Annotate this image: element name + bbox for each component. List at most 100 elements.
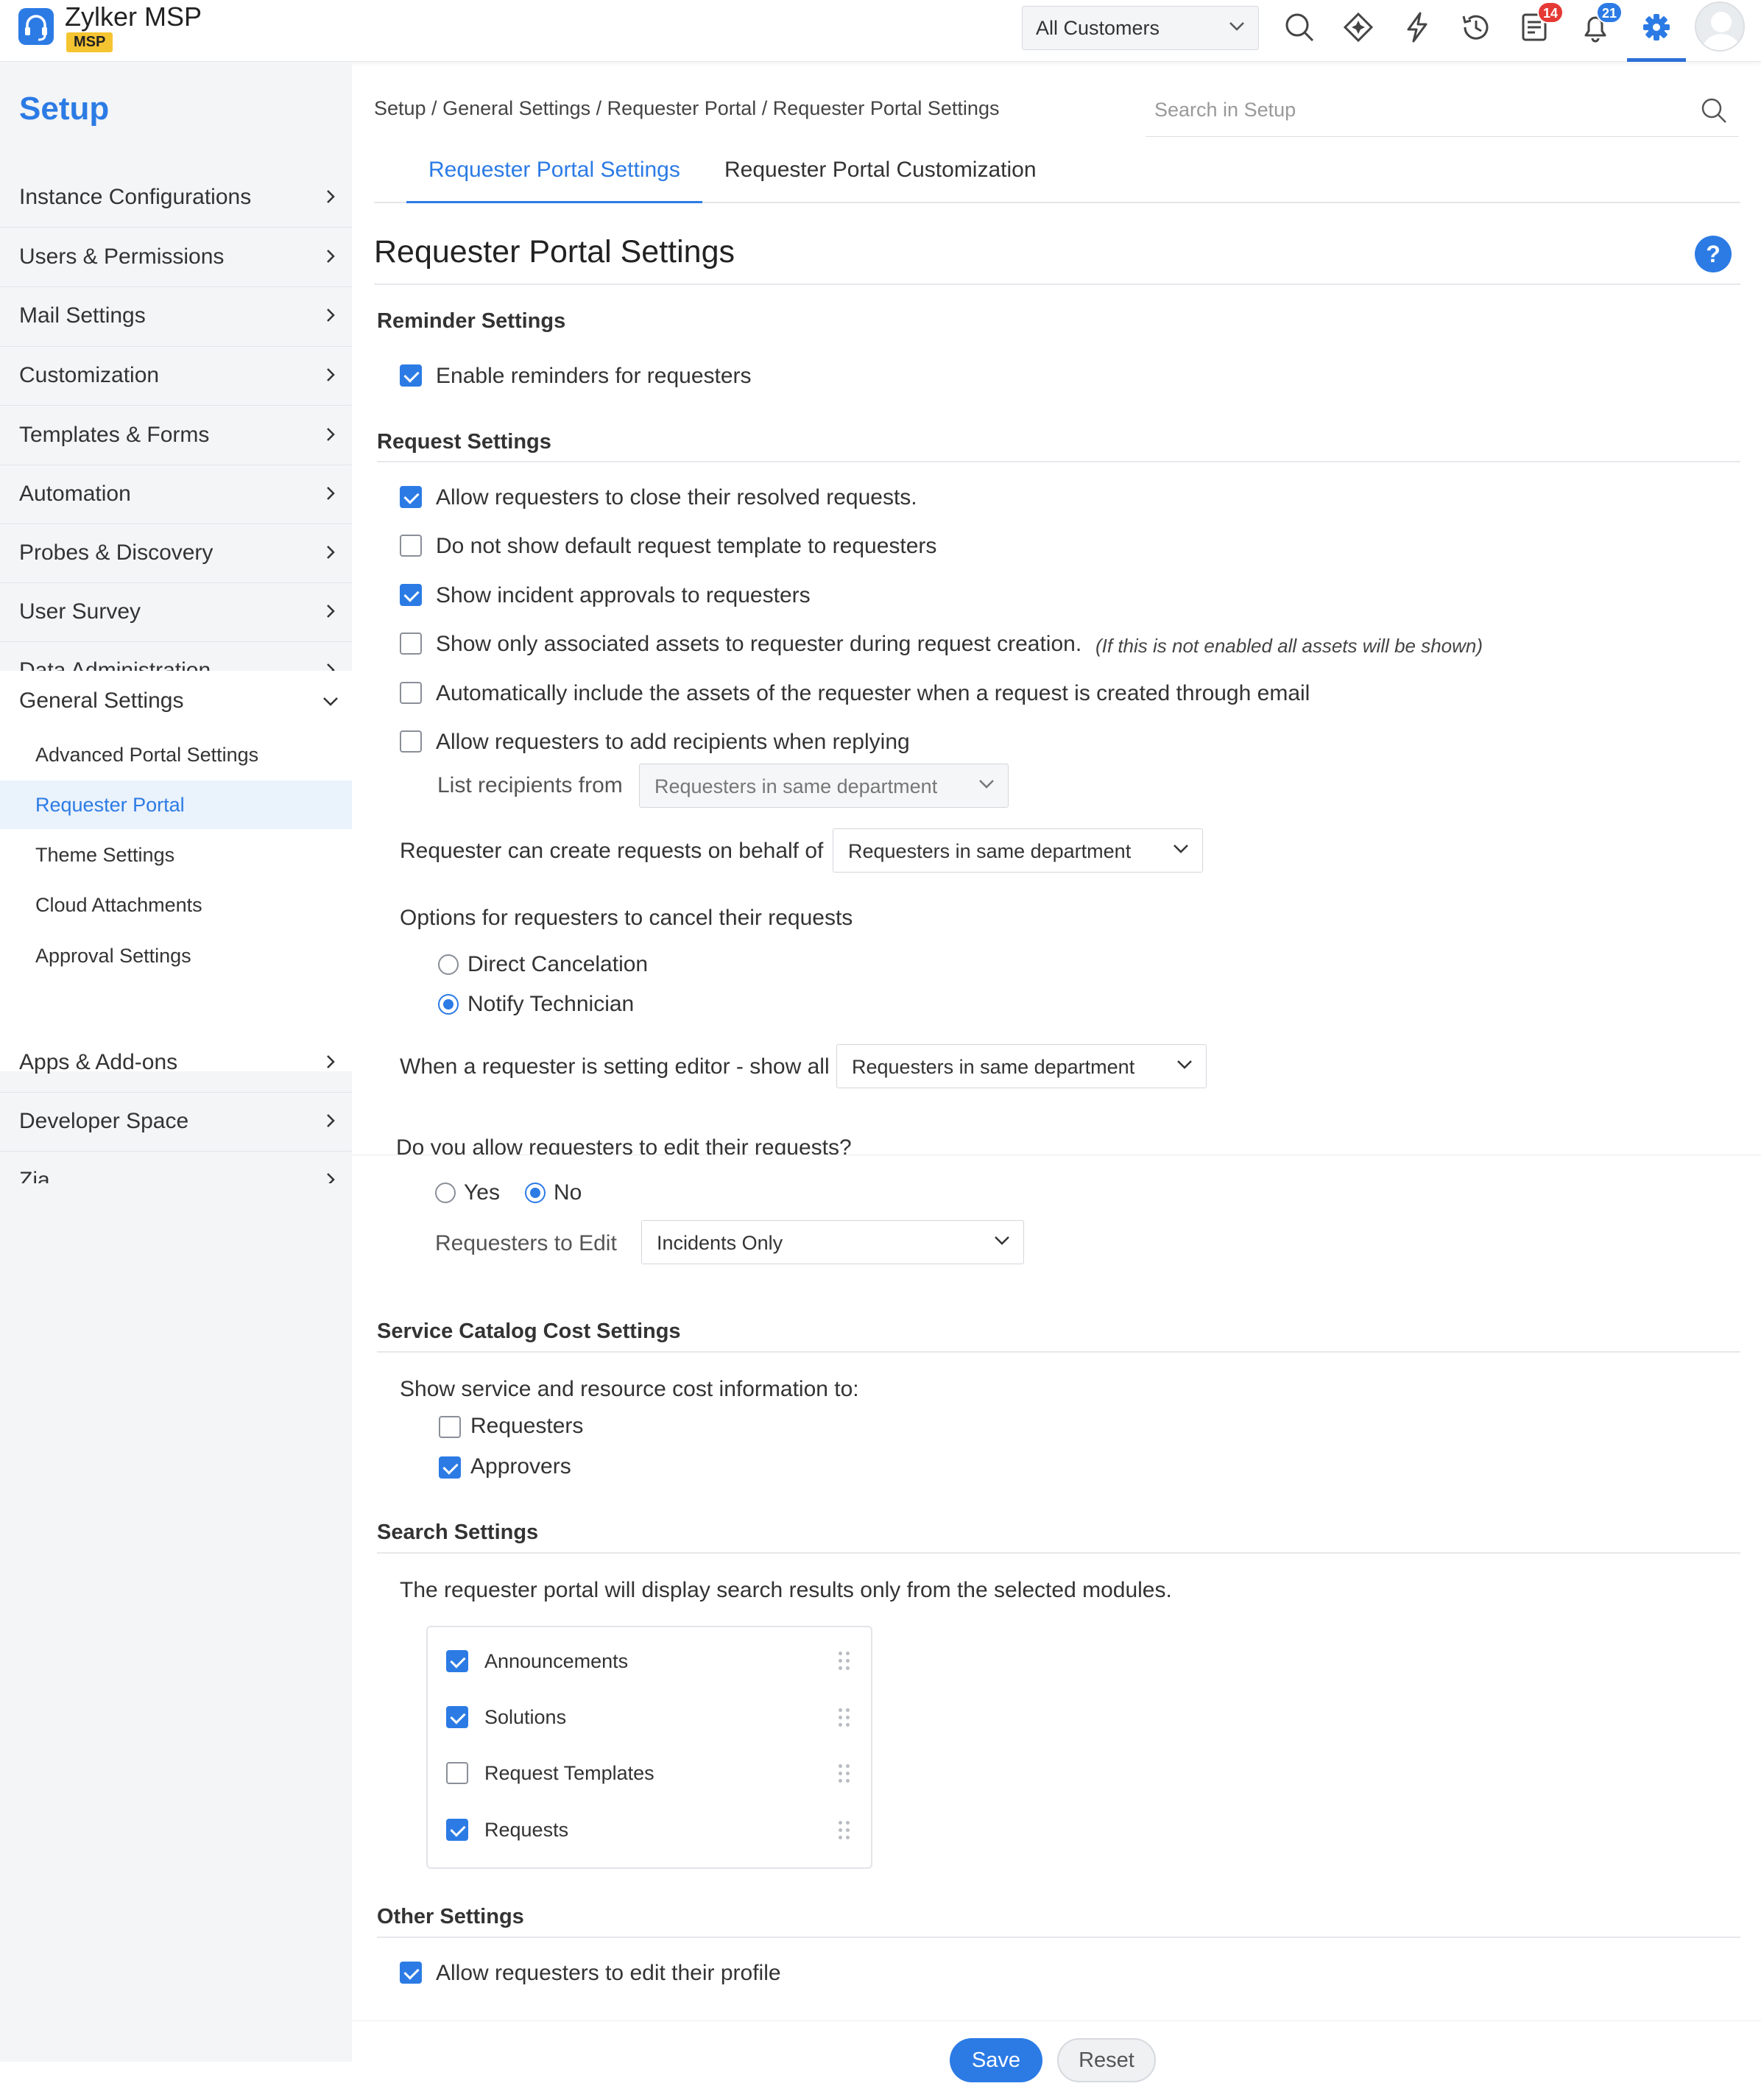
request-settings-heading: Request Settings: [377, 430, 551, 454]
chevron-down-icon: [1177, 1060, 1192, 1069]
notifications-badge: 21: [1596, 1, 1623, 24]
sidebar-item-developer-space[interactable]: Developer Space: [0, 1092, 352, 1151]
sidebar-item-automation[interactable]: Automation: [0, 465, 352, 524]
save-button[interactable]: Save: [950, 2038, 1042, 2082]
setup-gear-tab[interactable]: [1627, 0, 1686, 62]
add-recipients-label: Allow requesters to add recipients when …: [436, 730, 910, 754]
module-announcements-checkbox[interactable]: [446, 1650, 468, 1672]
top-bar: Zylker MSP MSP All Customers 14 21: [0, 0, 1761, 62]
chevron-right-icon: [327, 487, 335, 500]
edit-requests-yes-radio[interactable]: [435, 1183, 456, 1203]
sidebar-item-users-permissions[interactable]: Users & Permissions: [0, 228, 352, 286]
notify-technician-radio[interactable]: [438, 994, 459, 1015]
cost-approvers-checkbox[interactable]: [439, 1456, 461, 1479]
title-divider: [374, 283, 1740, 285]
sidebar-sub-requester-portal[interactable]: Requester Portal: [0, 781, 352, 829]
reset-button[interactable]: Reset: [1057, 2038, 1156, 2082]
chevron-right-icon: [327, 1114, 335, 1127]
drag-handle-icon[interactable]: [839, 1821, 850, 1840]
associated-assets-label: Show only associated assets to requester…: [436, 632, 1082, 656]
chevron-down-icon: [1229, 22, 1244, 31]
tab-bar: Requester Portal Settings Requester Port…: [374, 144, 1740, 203]
behalf-label: Requester can create requests on behalf …: [400, 839, 824, 863]
section-divider: [377, 461, 1740, 462]
chevron-right-icon: [327, 190, 335, 203]
sidebar-item-customization[interactable]: Customization: [0, 346, 352, 405]
associated-assets-checkbox[interactable]: [400, 633, 422, 655]
sidebar-item-label: Templates & Forms: [19, 423, 210, 447]
sidebar-item-general-settings[interactable]: General Settings: [0, 672, 352, 730]
cost-requesters-checkbox[interactable]: [439, 1416, 461, 1438]
sidebar-item-label: Automation: [19, 482, 131, 506]
module-announcements-label: Announcements: [484, 1650, 629, 1672]
hide-default-template-label: Do not show default request template to …: [436, 534, 937, 558]
sidebar-item-templates-forms[interactable]: Templates & Forms: [0, 406, 352, 465]
section-divider: [377, 1552, 1740, 1554]
sidebar-item-zia[interactable]: Zia: [0, 1151, 352, 1183]
search-icon[interactable]: [1282, 10, 1316, 44]
tab-requester-portal-settings[interactable]: Requester Portal Settings: [406, 158, 702, 203]
list-recipients-select[interactable]: Requesters in same department: [639, 764, 1009, 808]
zia-icon[interactable]: [1341, 10, 1375, 44]
sidebar-item-probes-discovery[interactable]: Probes & Discovery: [0, 524, 352, 582]
sidebar-item-label: Instance Configurations: [19, 185, 252, 209]
module-requests-checkbox[interactable]: [446, 1819, 468, 1841]
sidebar-sub-approval-settings[interactable]: Approval Settings: [0, 931, 352, 980]
hide-default-template-checkbox[interactable]: [400, 535, 422, 557]
associated-assets-note: (If this is not enabled all assets will …: [1095, 635, 1483, 657]
sidebar-item-mail-settings[interactable]: Mail Settings: [0, 286, 352, 345]
setup-search-input[interactable]: Search in Setup: [1146, 88, 1739, 137]
sidebar-item-apps-addons[interactable]: Apps & Add-ons: [0, 1033, 352, 1092]
add-recipients-checkbox[interactable]: [400, 730, 422, 753]
edit-requests-no-radio[interactable]: [525, 1183, 546, 1203]
show-incident-approvals-checkbox[interactable]: [400, 584, 422, 606]
edit-requests-label: Do you allow requesters to edit their re…: [396, 1135, 852, 1155]
help-icon[interactable]: ?: [1695, 236, 1732, 272]
drag-handle-icon[interactable]: [839, 1708, 850, 1727]
avatar[interactable]: [1695, 1, 1745, 52]
drag-handle-icon[interactable]: [839, 1652, 850, 1671]
section-divider: [377, 1937, 1740, 1938]
breadcrumb: Setup / General Settings / Requester Por…: [374, 97, 1000, 119]
module-solutions-checkbox[interactable]: [446, 1706, 468, 1728]
drag-handle-icon[interactable]: [839, 1764, 850, 1783]
sidebar-sub-advanced-portal-settings[interactable]: Advanced Portal Settings: [0, 730, 352, 779]
behalf-select[interactable]: Requesters in same department: [833, 828, 1203, 873]
editor-select[interactable]: Requesters in same department: [836, 1044, 1207, 1088]
tab-requester-portal-customization[interactable]: Requester Portal Customization: [702, 158, 1059, 203]
auto-include-assets-checkbox[interactable]: [400, 682, 422, 704]
requesters-to-edit-value: Incidents Only: [657, 1232, 783, 1254]
direct-cancelation-radio[interactable]: [438, 954, 459, 975]
enable-reminders-label: Enable reminders for requesters: [436, 364, 752, 388]
chevron-right-icon: [327, 250, 335, 263]
edit-requests-yes-label: Yes: [464, 1180, 500, 1205]
cancel-options-label: Options for requesters to cancel their r…: [400, 906, 853, 930]
cost-approvers-label: Approvers: [470, 1454, 571, 1479]
edit-profile-checkbox[interactable]: [400, 1962, 422, 1984]
chevron-right-icon: [327, 1173, 335, 1183]
cost-requesters-label: Requesters: [470, 1414, 584, 1438]
edit-profile-label: Allow requesters to edit their profile: [436, 1961, 781, 1985]
customer-select-value: All Customers: [1036, 17, 1160, 39]
history-icon[interactable]: [1459, 10, 1493, 44]
sidebar-item-label: Zia: [19, 1168, 50, 1183]
chevron-right-icon: [327, 428, 335, 441]
sidebar-sub-cloud-attachments[interactable]: Cloud Attachments: [0, 881, 352, 929]
close-resolved-checkbox[interactable]: [400, 486, 422, 508]
sidebar-sub-theme-settings[interactable]: Theme Settings: [0, 831, 352, 879]
module-request-templates-checkbox[interactable]: [446, 1762, 468, 1784]
requesters-to-edit-label: Requesters to Edit: [435, 1231, 617, 1255]
sidebar-item-user-survey[interactable]: User Survey: [0, 582, 352, 641]
quick-actions-icon[interactable]: [1400, 10, 1434, 44]
list-recipients-label: List recipients from: [437, 773, 623, 797]
sidebar-item-instance-configurations[interactable]: Instance Configurations: [0, 168, 352, 227]
auto-include-assets-label: Automatically include the assets of the …: [436, 681, 1310, 705]
enable-reminders-checkbox[interactable]: [400, 364, 422, 387]
msp-badge: MSP: [66, 32, 113, 52]
search-icon: [1701, 98, 1726, 123]
module-requests-label: Requests: [484, 1819, 569, 1841]
app-logo-icon[interactable]: [18, 7, 54, 46]
customer-select[interactable]: All Customers: [1022, 6, 1259, 50]
sidebar-item-label: Apps & Add-ons: [19, 1050, 178, 1074]
requesters-to-edit-select[interactable]: Incidents Only: [641, 1220, 1024, 1264]
